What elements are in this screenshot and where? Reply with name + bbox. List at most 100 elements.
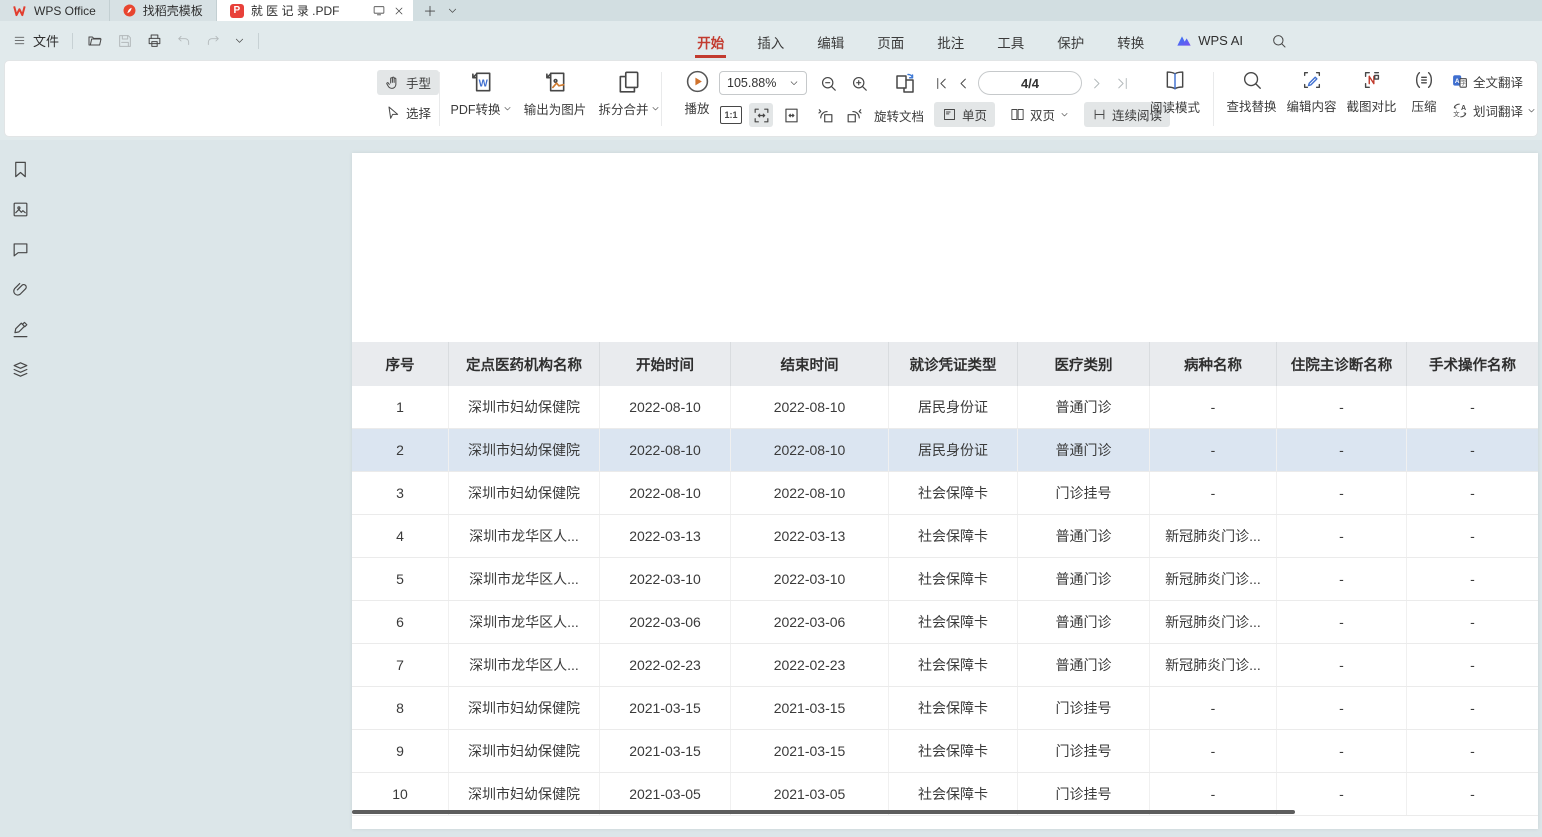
close-tab-icon[interactable] [393,5,405,17]
table-cell: - [1277,687,1407,729]
rotate-right-icon[interactable] [842,103,866,127]
redo-icon[interactable] [205,34,221,48]
new-tab-icon[interactable] [423,4,437,18]
table-cell: 新冠肺炎门诊... [1150,601,1277,643]
word-translate-button[interactable]: 文A 划词翻译 [1451,101,1536,120]
table-cell: 2021-03-15 [731,687,889,729]
table-cell: - [1407,558,1538,600]
screenshot-compare-button[interactable]: 截图对比 [1343,69,1400,115]
file-menu-button[interactable]: 文件 [12,31,59,50]
table-row: 4深圳市龙华区人...2022-03-132022-03-13社会保障卡普通门诊… [352,515,1538,558]
rotate-doc-button[interactable]: 旋转文档 [874,106,924,125]
table-cell: - [1407,644,1538,686]
table-cell: 2022-02-23 [731,644,889,686]
edit-content-button[interactable]: 编辑内容 [1283,69,1340,115]
pdf-page[interactable]: 序号定点医药机构名称开始时间结束时间就诊凭证类型医疗类别病种名称住院主诊断名称手… [352,153,1538,829]
read-mode-button[interactable]: 阅读模式 [1146,69,1204,116]
table-cell: 门诊挂号 [1018,472,1150,514]
bookmark-icon[interactable] [11,160,30,179]
export-image-button[interactable]: 输出为图片 [521,69,589,118]
play-button[interactable]: 播放 [673,69,721,117]
table-cell: 2022-08-10 [731,386,889,428]
table-header-cell: 住院主诊断名称 [1277,342,1407,386]
svg-text:A: A [1461,104,1466,112]
table-cell: 2021-03-15 [600,687,731,729]
signature-icon[interactable] [11,320,30,339]
zoom-out-icon[interactable] [816,71,840,95]
table-header-cell: 手术操作名称 [1407,342,1538,386]
wps-ai-button[interactable]: WPS AI [1176,33,1243,48]
hand-tool-button[interactable]: 手型 [377,70,439,95]
tab-list-chevron-icon[interactable] [447,5,458,16]
play-label: 播放 [684,98,709,117]
search-icon[interactable] [1271,33,1287,49]
table-cell: - [1407,730,1538,772]
page-indicator-input[interactable]: 4/4 [978,71,1082,95]
single-page-button[interactable]: 单页 [934,102,995,127]
full-translate-icon: A字 [1451,73,1469,90]
menu-item-comment[interactable]: 批注 [935,23,966,58]
tab-document-pdf[interactable]: P 就 医 记 录 .PDF [217,0,414,21]
save-icon[interactable] [117,33,133,49]
find-replace-icon [1241,69,1263,91]
layers-icon[interactable] [11,360,30,379]
menu-item-protect[interactable]: 保护 [1055,23,1086,58]
last-page-icon[interactable] [1115,76,1130,91]
menu-item-home[interactable]: 开始 [695,23,726,58]
divider [72,33,73,49]
full-translate-button[interactable]: A字 全文翻译 [1451,72,1536,91]
next-page-icon[interactable] [1089,76,1104,91]
table-row: 3深圳市妇幼保健院2022-08-102022-08-10社会保障卡门诊挂号--… [352,472,1538,515]
split-merge-button[interactable]: 拆分合并 [595,69,663,118]
zoom-in-icon[interactable] [847,71,871,95]
table-cell: 深圳市龙华区人... [449,601,600,643]
print-icon[interactable] [146,33,163,49]
prev-page-icon[interactable] [956,76,971,91]
menu-item-insert[interactable]: 插入 [755,23,786,58]
menu-item-tools[interactable]: 工具 [995,23,1026,58]
qat-chevron-icon[interactable] [234,35,245,46]
tab-label: 就 医 记 录 .PDF [251,2,340,19]
chevron-down-icon [789,78,799,88]
fit-width-icon[interactable] [749,103,773,127]
cursor-icon [385,105,401,121]
table-header-cell: 定点医药机构名称 [449,342,600,386]
fit-page-icon[interactable] [779,103,803,127]
zoom-level-select[interactable]: 105.88% [719,71,807,95]
rotate-pages-icon[interactable] [893,71,917,95]
table-cell: 7 [352,644,449,686]
menu-item-convert[interactable]: 转换 [1115,23,1146,58]
horizontal-scrollbar[interactable] [352,810,1295,814]
select-tool-label: 选择 [406,103,431,122]
menu-item-page[interactable]: 页面 [875,23,906,58]
find-replace-button[interactable]: 查找替换 [1223,69,1280,115]
tab-wps-office[interactable]: WPS Office [0,0,110,21]
undo-icon[interactable] [176,34,192,48]
select-tool-button[interactable]: 选择 [377,100,439,125]
actual-size-button[interactable]: 1:1 [719,103,743,127]
table-cell: - [1277,429,1407,471]
attachment-icon[interactable] [11,280,30,299]
full-translate-label: 全文翻译 [1473,72,1523,91]
first-page-icon[interactable] [934,76,949,91]
table-cell: 2022-08-10 [731,472,889,514]
double-page-button[interactable]: 双页 [1002,102,1077,127]
open-file-icon[interactable] [86,33,104,49]
table-cell: 2021-03-05 [600,773,731,815]
table-cell: - [1277,515,1407,557]
table-cell: - [1277,386,1407,428]
comment-icon[interactable] [11,240,30,259]
book-icon [1163,69,1187,92]
menu-item-edit[interactable]: 编辑 [815,23,846,58]
compress-button[interactable]: 压缩 [1403,69,1445,115]
table-cell: 3 [352,472,449,514]
monitor-icon[interactable] [372,4,386,17]
thumbnail-icon[interactable] [11,200,30,219]
table-row: 6深圳市龙华区人...2022-03-062022-03-06社会保障卡普通门诊… [352,601,1538,644]
pdf-convert-button[interactable]: W PDF转换 [447,69,515,118]
table-cell: 居民身份证 [889,386,1018,428]
rotate-left-icon[interactable] [813,103,837,127]
tab-docer-templates[interactable]: 找稻壳模板 [110,0,217,21]
chevron-down-icon [1060,110,1069,119]
divider [258,33,259,49]
